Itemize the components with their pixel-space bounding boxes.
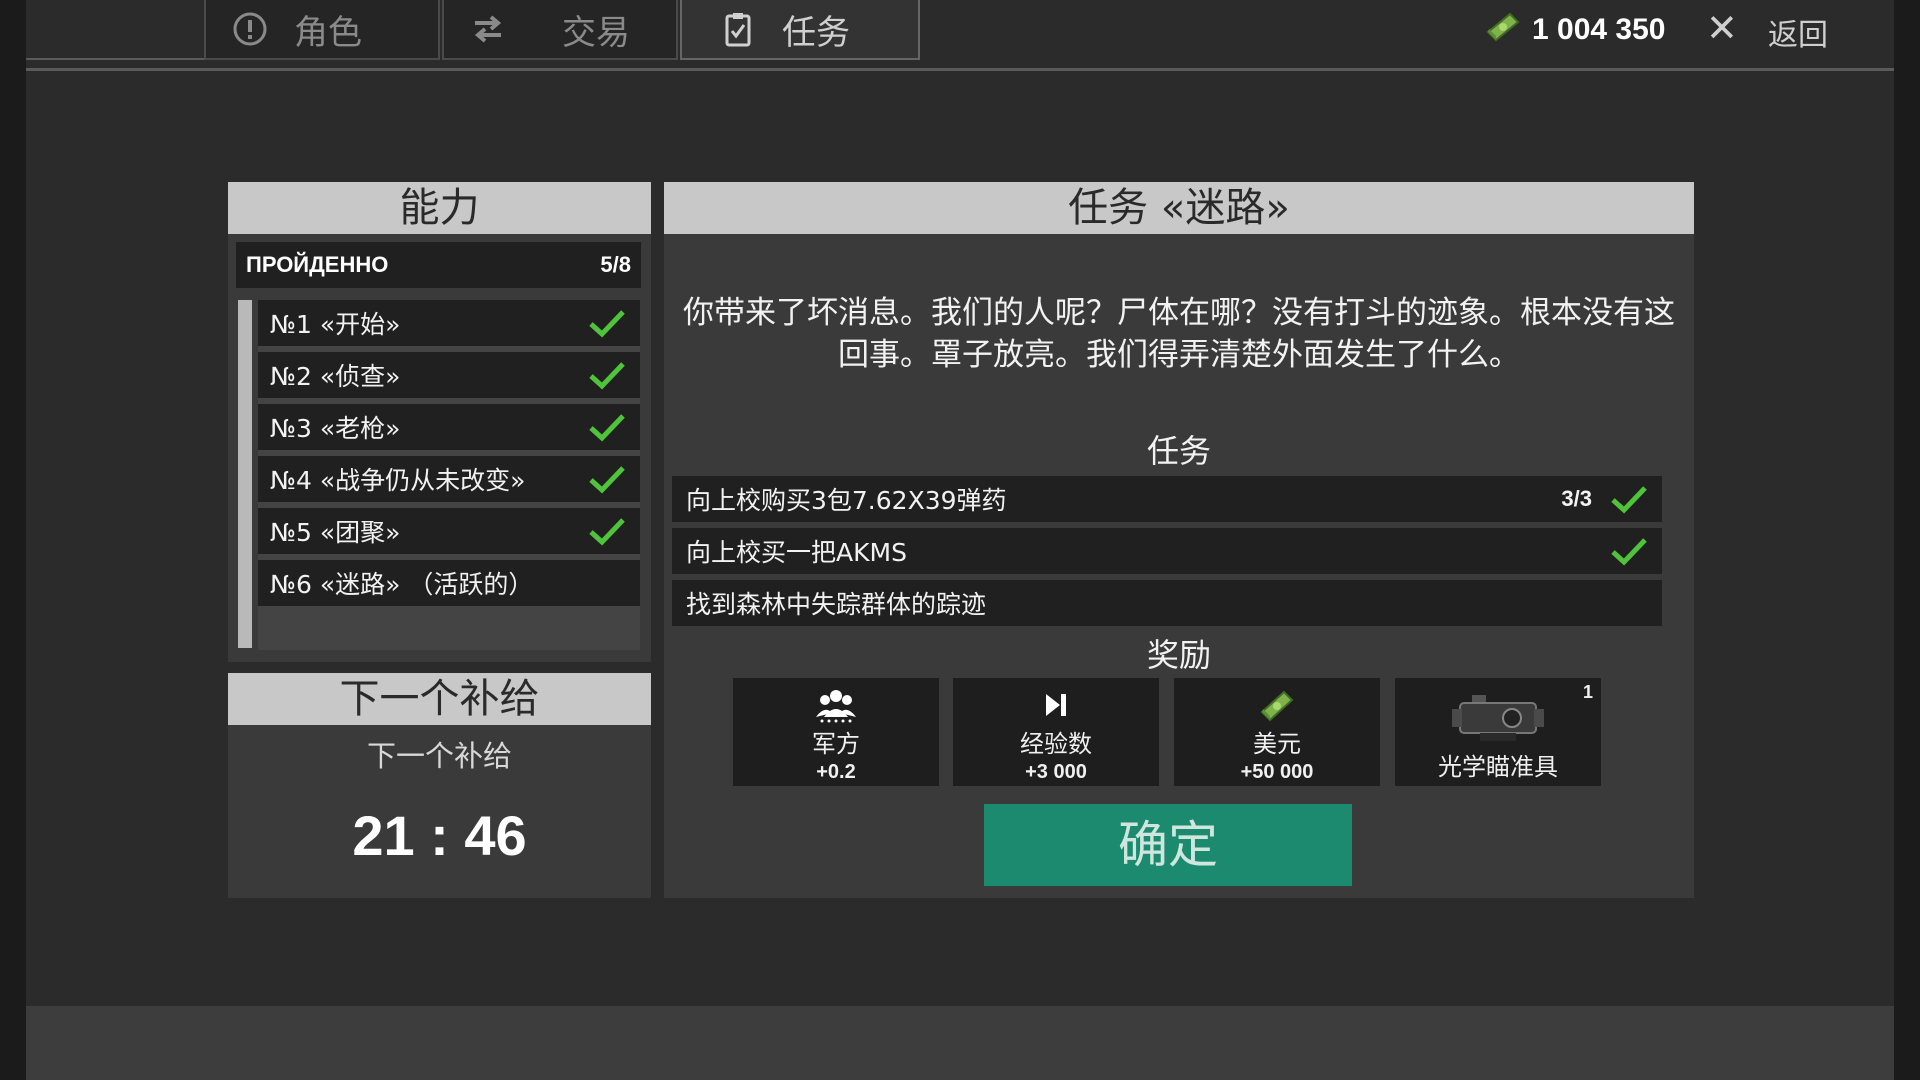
clipboard-check-icon: [718, 9, 758, 49]
tab-quests[interactable]: 任务: [680, 0, 920, 60]
tab-character[interactable]: 角色: [204, 0, 440, 60]
check-icon: [1611, 538, 1647, 566]
close-button[interactable]: ✕: [1706, 6, 1738, 50]
task-status: [1610, 535, 1648, 567]
quest-panel: 任务 «迷路» 你带来了坏消息。我们的人呢？尸体在哪？没有打斗的迹象。根本没有这…: [664, 182, 1694, 898]
wallet-amount: 1 004 350: [1532, 13, 1666, 46]
mission-list-scrollbar[interactable]: [238, 300, 252, 648]
supply-panel: 下一个补给 下一个补给 21 : 46: [228, 673, 651, 898]
top-bar: 角色 交易 任务 1 004 350 ✕ 返回: [0, 0, 1920, 72]
reward-label: 军方: [812, 730, 860, 758]
reward-military[interactable]: 军方 +0.2: [733, 678, 939, 786]
cash-icon: [1484, 10, 1522, 50]
swap-arrows-icon: [468, 9, 508, 49]
footer-bar: [26, 1006, 1894, 1080]
wallet-display: 1 004 350: [1484, 10, 1665, 50]
mission-label: №5 «团聚»: [270, 518, 401, 547]
task-row: 找到森林中失踪群体的踪迹: [672, 580, 1662, 626]
check-icon: [589, 518, 625, 546]
mission-item[interactable]: №3 «老枪»: [258, 404, 640, 450]
tab-quests-label: 任务: [782, 12, 850, 53]
mission-item[interactable]: №5 «团聚»: [258, 508, 640, 554]
tasks-heading: 任务: [1146, 432, 1211, 470]
check-icon: [589, 414, 625, 442]
rewards-heading: 奖励: [1146, 636, 1211, 674]
quest-story: 你带来了坏消息。我们的人呢？尸体在哪？没有打斗的迹象。根本没有这回事。罩子放亮。…: [683, 295, 1675, 373]
check-icon: [1611, 486, 1647, 514]
tab-trade[interactable]: 交易: [442, 0, 678, 60]
alert-circle-icon: [230, 9, 270, 49]
mission-item[interactable]: №2 «侦查»: [258, 352, 640, 398]
reward-experience[interactable]: 经验数 +3 000: [953, 678, 1159, 786]
mission-item[interactable]: №1 «开始»: [258, 300, 640, 346]
mission-label: №3 «老枪»: [270, 414, 401, 443]
mission-label: №2 «侦查»: [270, 362, 401, 391]
back-button[interactable]: 返回: [1768, 10, 1828, 54]
reward-value: +0.2: [816, 761, 856, 783]
military-group-icon: [816, 686, 856, 724]
task-label: 向上校购买3包7.62X39弹药: [686, 486, 1007, 515]
optical-scope-icon: [1450, 687, 1546, 747]
supply-subtitle: 下一个补给: [366, 739, 512, 773]
passed-label: ПРОЙДЕННО: [246, 252, 389, 277]
check-icon: [589, 466, 625, 494]
reward-value: +3 000: [1025, 761, 1087, 783]
check-icon: [589, 310, 625, 338]
mission-item[interactable]: №4 «战争仍从未改变»: [258, 456, 640, 502]
reward-optical-scope[interactable]: 1 光学瞄准具: [1395, 678, 1601, 786]
ability-panel: 能力 ПРОЙДЕННО 5/8 №1 «开始» №2 «侦查» №3 «老枪»…: [228, 182, 651, 662]
reward-value: +50 000: [1240, 761, 1314, 783]
quest-title: 任务 «迷路»: [664, 182, 1694, 234]
reward-label: 美元: [1253, 730, 1301, 758]
tab-character-label: 角色: [294, 12, 362, 53]
supply-panel-title: 下一个补给: [228, 673, 651, 725]
tab-trade-label: 交易: [562, 12, 630, 53]
reward-money[interactable]: 美元 +50 000: [1174, 678, 1380, 786]
task-row: 向上校买一把AKMS: [672, 528, 1662, 574]
top-divider-left: [26, 58, 206, 60]
ability-panel-title: 能力: [228, 182, 651, 234]
mission-label: №6 «迷路» （活跃的）: [270, 570, 534, 599]
confirm-button[interactable]: 确定: [984, 804, 1352, 886]
mission-item-active[interactable]: №6 «迷路» （活跃的）: [258, 560, 640, 606]
passed-count: 5/8: [600, 252, 631, 277]
task-status: 3/3: [1561, 483, 1648, 515]
reward-label: 经验数: [1020, 730, 1092, 758]
passed-summary: ПРОЙДЕННО 5/8: [236, 242, 641, 288]
task-row: 向上校购买3包7.62X39弹药 3/3: [672, 476, 1662, 522]
supply-timer: 21 : 46: [352, 804, 527, 867]
cash-icon: [1258, 686, 1296, 724]
mission-label: №1 «开始»: [270, 310, 401, 339]
mission-label: №4 «战争仍从未改变»: [270, 466, 526, 495]
experience-skip-icon: [1043, 686, 1069, 724]
task-progress: 3/3: [1561, 486, 1592, 511]
reward-count: 1: [1582, 682, 1593, 702]
task-label: 找到森林中失踪群体的踪迹: [686, 590, 987, 619]
reward-label: 光学瞄准具: [1438, 753, 1558, 781]
check-icon: [589, 362, 625, 390]
top-divider: [26, 68, 1894, 71]
task-label: 向上校买一把AKMS: [686, 538, 907, 567]
